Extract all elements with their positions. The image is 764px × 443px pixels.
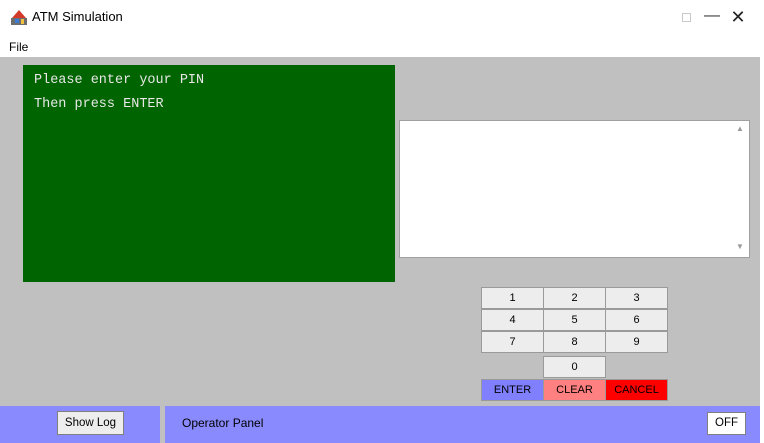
display-line: Then press ENTER <box>34 97 164 112</box>
key-8[interactable]: 8 <box>543 331 606 353</box>
show-log-button[interactable]: Show Log <box>57 411 124 435</box>
atm-app-icon <box>10 9 28 26</box>
key-6[interactable]: 6 <box>605 309 668 331</box>
cancel-button[interactable]: CANCEL <box>605 379 668 401</box>
maximize-icon[interactable] <box>676 9 698 29</box>
key-0[interactable]: 0 <box>543 356 606 378</box>
scroll-down-icon[interactable]: ▼ <box>735 243 745 251</box>
menu-file[interactable]: File <box>9 40 28 54</box>
minimize-button[interactable]: — <box>700 6 724 28</box>
close-button[interactable]: ✕ <box>723 5 753 29</box>
key-3[interactable]: 3 <box>605 287 668 309</box>
window-edge <box>760 57 764 443</box>
clear-button[interactable]: CLEAR <box>543 379 606 401</box>
window-title: ATM Simulation <box>32 9 123 24</box>
key-1[interactable]: 1 <box>481 287 544 309</box>
power-off-button[interactable]: OFF <box>707 412 746 435</box>
key-4[interactable]: 4 <box>481 309 544 331</box>
key-2[interactable]: 2 <box>543 287 606 309</box>
log-textarea[interactable] <box>399 120 750 258</box>
key-9[interactable]: 9 <box>605 331 668 353</box>
key-5[interactable]: 5 <box>543 309 606 331</box>
display-line: Please enter your PIN <box>34 73 205 88</box>
panel-divider <box>160 406 165 443</box>
scroll-up-icon[interactable]: ▲ <box>735 125 745 133</box>
operator-panel-label: Operator Panel <box>182 416 264 430</box>
key-7[interactable]: 7 <box>481 331 544 353</box>
enter-button[interactable]: ENTER <box>481 379 544 401</box>
menu-bar <box>0 34 764 57</box>
